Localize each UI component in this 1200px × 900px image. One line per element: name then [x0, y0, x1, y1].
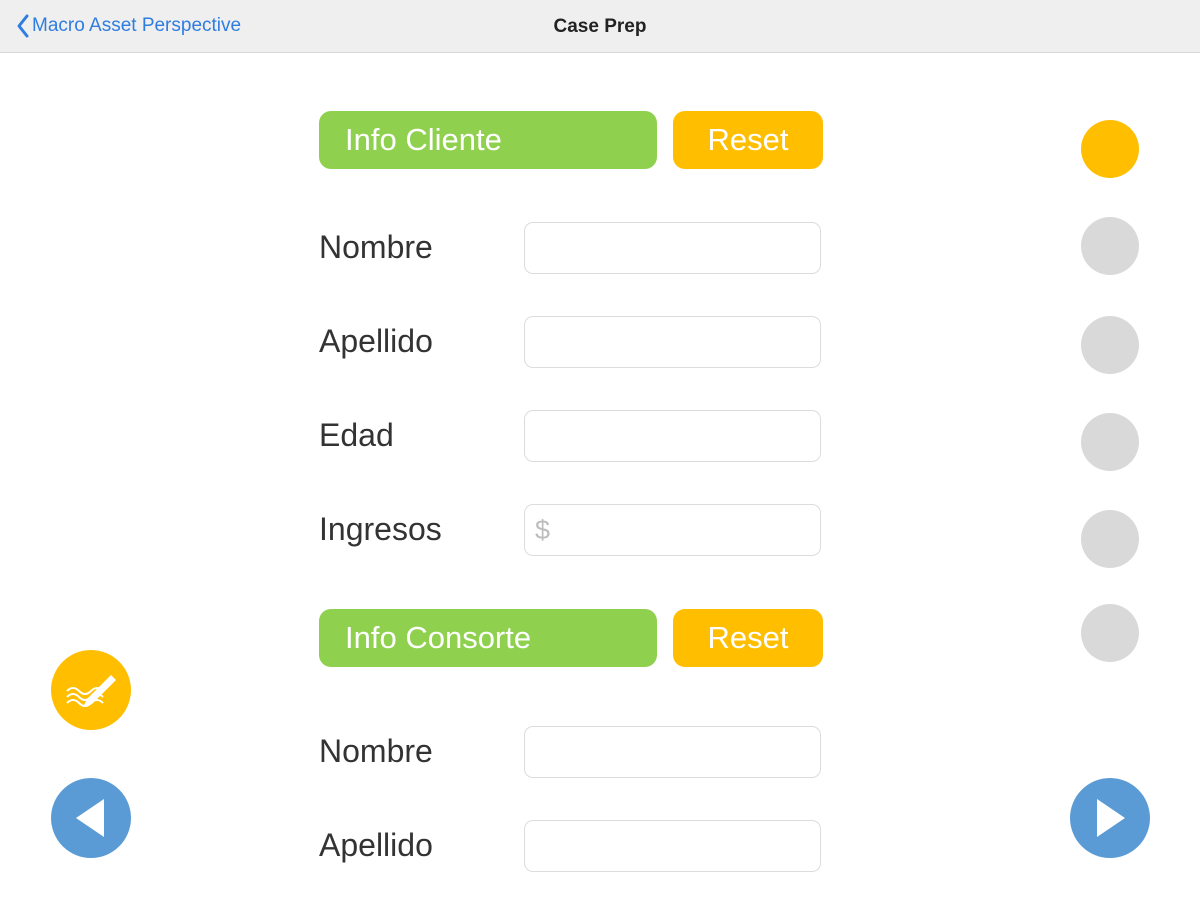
field-label-apellido: Apellido — [319, 323, 433, 359]
cliente-ingresos-input[interactable] — [524, 504, 821, 556]
nav-bar: Macro Asset Perspective Case Prep — [0, 0, 1200, 53]
field-label-consorte-apellido: Apellido — [319, 827, 433, 863]
triangle-left-icon — [76, 799, 104, 837]
triangle-right-icon — [1097, 799, 1125, 837]
back-button-label: Macro Asset Perspective — [32, 15, 242, 36]
section-header-cliente: Info Cliente — [319, 111, 657, 169]
consorte-apellido-input[interactable] — [524, 820, 821, 872]
field-label-nombre: Nombre — [319, 229, 433, 265]
chevron-left-icon — [17, 14, 29, 38]
reset-cliente-button[interactable]: Reset — [673, 111, 823, 169]
field-label-ingresos: Ingresos — [319, 511, 442, 547]
section-header-consorte: Info Consorte — [319, 609, 657, 667]
signature-pen-icon — [66, 675, 116, 707]
back-button[interactable]: Macro Asset Perspective — [14, 12, 241, 40]
cliente-nombre-input[interactable] — [524, 222, 821, 274]
step-dot-5[interactable] — [1081, 510, 1139, 568]
step-dot-2[interactable] — [1081, 217, 1139, 275]
step-dot-4[interactable] — [1081, 413, 1139, 471]
consorte-nombre-input[interactable] — [524, 726, 821, 778]
step-dot-6[interactable] — [1081, 604, 1139, 662]
reset-consorte-button[interactable]: Reset — [673, 609, 823, 667]
step-dot-1[interactable] — [1081, 120, 1139, 178]
field-label-consorte-nombre: Nombre — [319, 733, 433, 769]
signature-button[interactable] — [51, 650, 131, 730]
next-button[interactable] — [1070, 778, 1150, 858]
cliente-apellido-input[interactable] — [524, 316, 821, 368]
cliente-edad-input[interactable] — [524, 410, 821, 462]
field-label-edad: Edad — [319, 417, 394, 453]
step-dot-3[interactable] — [1081, 316, 1139, 374]
previous-button[interactable] — [51, 778, 131, 858]
